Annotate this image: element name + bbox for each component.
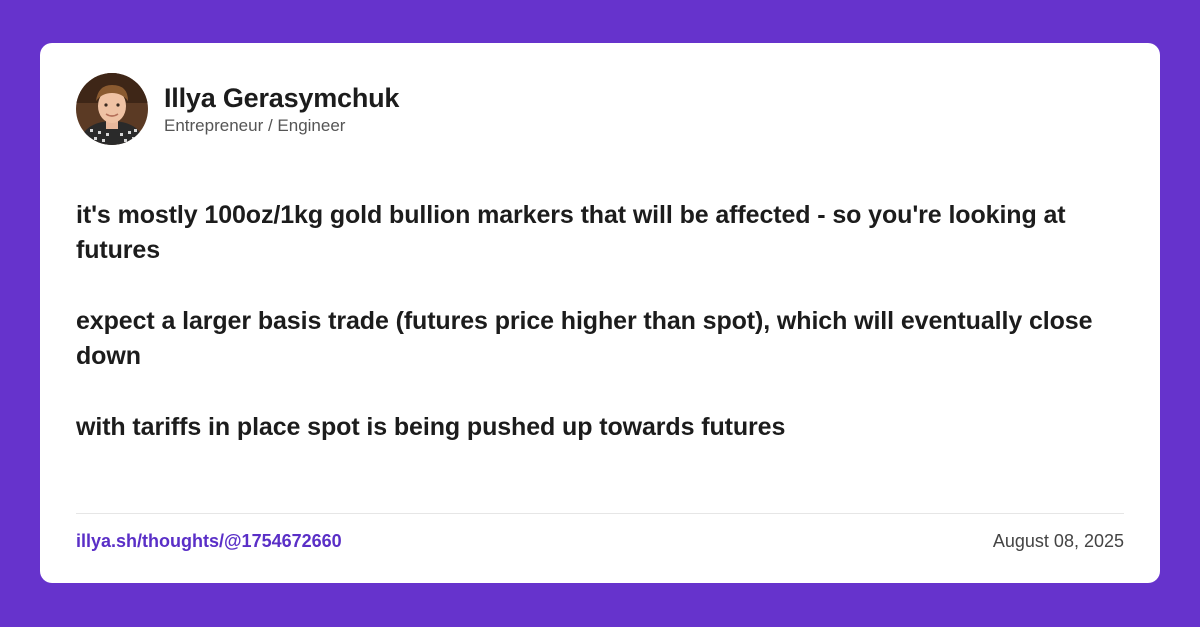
permalink-link[interactable]: illya.sh/thoughts/@1754672660 [76, 529, 342, 553]
avatar-image [76, 73, 148, 145]
post-paragraph: expect a larger basis trade (futures pri… [76, 307, 1093, 370]
post-header: Illya Gerasymchuk Entrepreneur / Enginee… [76, 73, 399, 145]
post-paragraph: it's mostly 100oz/1kg gold bullion marke… [76, 201, 1066, 264]
author-role: Entrepreneur / Engineer [164, 115, 346, 135]
footer-divider [76, 513, 1124, 514]
post-paragraph: with tariffs in place spot is being push… [76, 413, 786, 441]
post-body: it's mostly 100oz/1kg gold bullion marke… [76, 198, 1132, 481]
author-name: Illya Gerasymchuk [164, 82, 400, 113]
post-card: Illya Gerasymchuk Entrepreneur / Enginee… [40, 43, 1160, 583]
post-date: August 08, 2025 [992, 531, 1124, 551]
author-block: Illya Gerasymchuk Entrepreneur / Enginee… [164, 82, 399, 137]
avatar [76, 73, 148, 145]
